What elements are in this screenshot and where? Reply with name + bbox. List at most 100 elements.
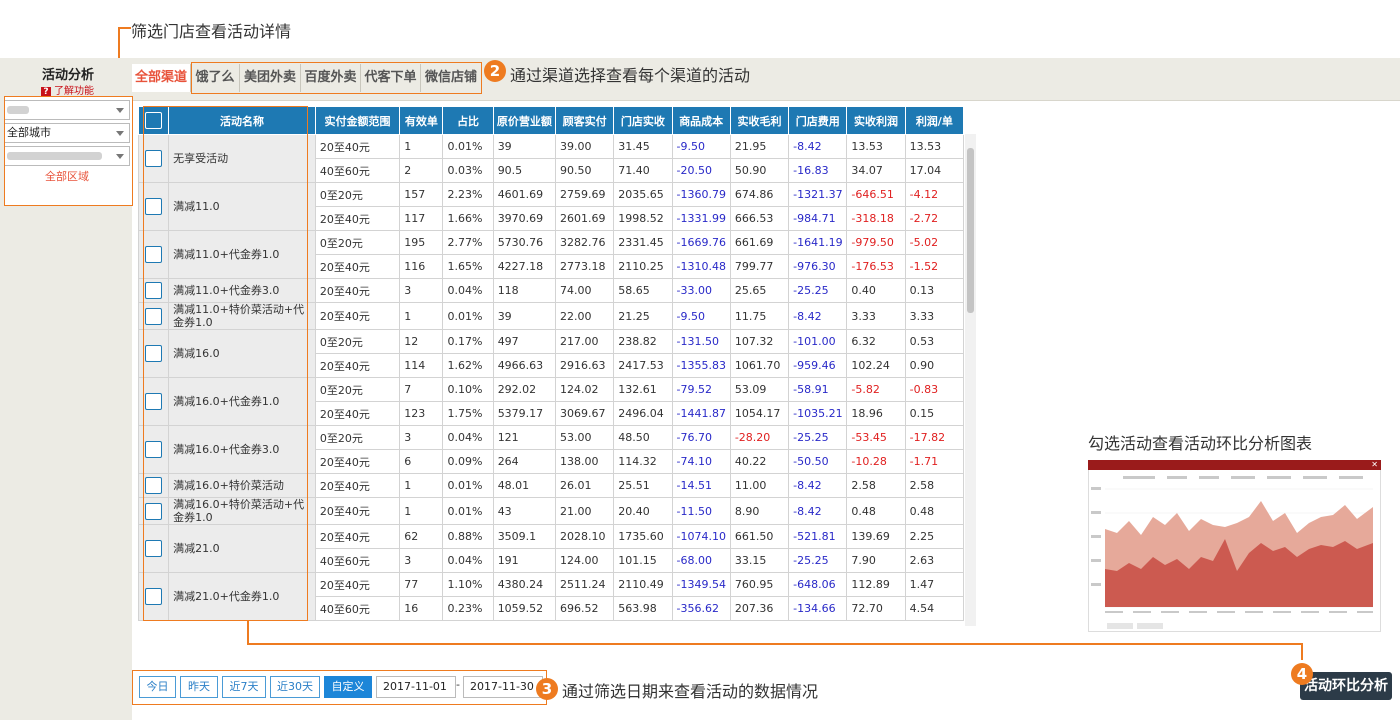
table-cell: -318.18 [846,206,906,231]
table-cell: 22.00 [554,302,615,330]
annotation-4-badge: 4 [1291,663,1313,685]
store-filter-border [4,96,133,206]
table-cell: -8.42 [788,497,848,525]
table-cell: 2916.63 [554,353,615,378]
table-cell: 4227.18 [492,254,556,279]
table-scrollbar-thumb[interactable] [967,148,974,313]
table-cell: 7.90 [846,548,906,573]
help-link[interactable]: ? 了解功能 [41,82,94,97]
table-cell: 2110.25 [613,254,673,279]
table-cell: 74.00 [554,278,615,303]
sidebar-title: 活动分析 [42,68,95,83]
table-cell: 1.66% [442,206,494,231]
table-cell: 0.17% [442,329,494,354]
table-cell: 53.00 [554,425,615,450]
table-cell: 2.77% [442,230,494,255]
table-cell: -1641.19 [788,230,848,255]
table-cell: -1669.76 [671,230,731,255]
table-cell: 40至60元 [314,158,401,183]
table-cell: -8.42 [788,134,848,159]
table-cell: 39.00 [554,134,615,159]
table-cell: 2.63 [904,548,964,573]
table-cell: -9.50 [671,134,731,159]
table-cell: -1310.48 [671,254,731,279]
table-cell: 4966.63 [492,353,556,378]
table-cell: 48.01 [492,473,556,498]
table-cell: 1.65% [442,254,494,279]
table-cell: 0至20元 [314,182,401,207]
table-cell: -101.00 [788,329,848,354]
table-cell: 195 [399,230,444,255]
table-cell: 26.01 [554,473,615,498]
table-cell: 563.98 [613,596,673,621]
table-cell: 0.10% [442,377,494,402]
table-cell: 124.00 [554,548,615,573]
table-cell: 674.86 [729,182,790,207]
table-cell: 0.48 [904,497,964,525]
table-cell: 0.03% [442,158,494,183]
table-cell: 238.82 [613,329,673,354]
table-cell: -10.28 [846,449,906,474]
column-header: 实付金额范围 [314,106,401,135]
table-cell: 0.01% [442,473,494,498]
table-cell: 20至40元 [314,254,401,279]
annotation-3-text: 通过筛选日期来查看活动的数据情况 [562,682,819,701]
table-cell: 207.36 [729,596,790,621]
table-cell: 71.40 [613,158,673,183]
table-cell: 11.75 [729,302,790,330]
column-header: 商品成本 [671,106,731,135]
table-cell: 2110.49 [613,572,673,597]
table-cell: 107.32 [729,329,790,354]
table-cell: -17.82 [904,425,964,450]
table-cell: 157 [399,182,444,207]
table-cell: 139.69 [846,524,906,549]
table-cell: 11.00 [729,473,790,498]
table-cell: 1.10% [442,572,494,597]
table-cell: -176.53 [846,254,906,279]
table-cell: -1349.54 [671,572,731,597]
table-cell: -28.20 [729,425,790,450]
table-cell: 25.65 [729,278,790,303]
column-header: 顾客实付 [554,106,615,135]
table-cell: -8.42 [788,473,848,498]
table-cell: -5.02 [904,230,964,255]
table-cell: -9.50 [671,302,731,330]
table-cell: 1054.17 [729,401,790,426]
table-cell: 124.02 [554,377,615,402]
channel-highlight [191,62,482,94]
table-cell: 12 [399,329,444,354]
table-cell: 696.52 [554,596,615,621]
date-filter-highlight [132,670,547,705]
column-header: 门店费用 [788,106,848,135]
table-cell: 50.90 [729,158,790,183]
activity-mom-analysis-button[interactable]: 活动环比分析 [1300,672,1392,700]
close-icon[interactable]: ✕ [1371,460,1378,470]
table-cell: 0.04% [442,278,494,303]
table-cell: -959.46 [788,353,848,378]
table-cell: -25.25 [788,425,848,450]
table-cell: 20至40元 [314,278,401,303]
table-cell: 1 [399,134,444,159]
column-header: 有效单 [399,106,444,135]
table-cell: 1 [399,497,444,525]
table-cell: 118 [492,278,556,303]
table-cell: -8.42 [788,302,848,330]
table-cell: 0.01% [442,302,494,330]
tab-all-channels[interactable]: 全部渠道 [132,64,191,92]
table-cell: 1.75% [442,401,494,426]
table-cell: -1331.99 [671,206,731,231]
table-cell: -979.50 [846,230,906,255]
table-cell: 1061.70 [729,353,790,378]
table-cell: 2.23% [442,182,494,207]
table-cell: 5379.17 [492,401,556,426]
table-cell: 2028.10 [554,524,615,549]
table-cell: -356.62 [671,596,731,621]
table-cell: 217.00 [554,329,615,354]
table-cell: 39 [492,134,556,159]
table-cell: 661.69 [729,230,790,255]
table-cell: 1059.52 [492,596,556,621]
table-cell: 0.04% [442,425,494,450]
table-cell: -1441.87 [671,401,731,426]
table-cell: 4380.24 [492,572,556,597]
table-cell: 0.90 [904,353,964,378]
